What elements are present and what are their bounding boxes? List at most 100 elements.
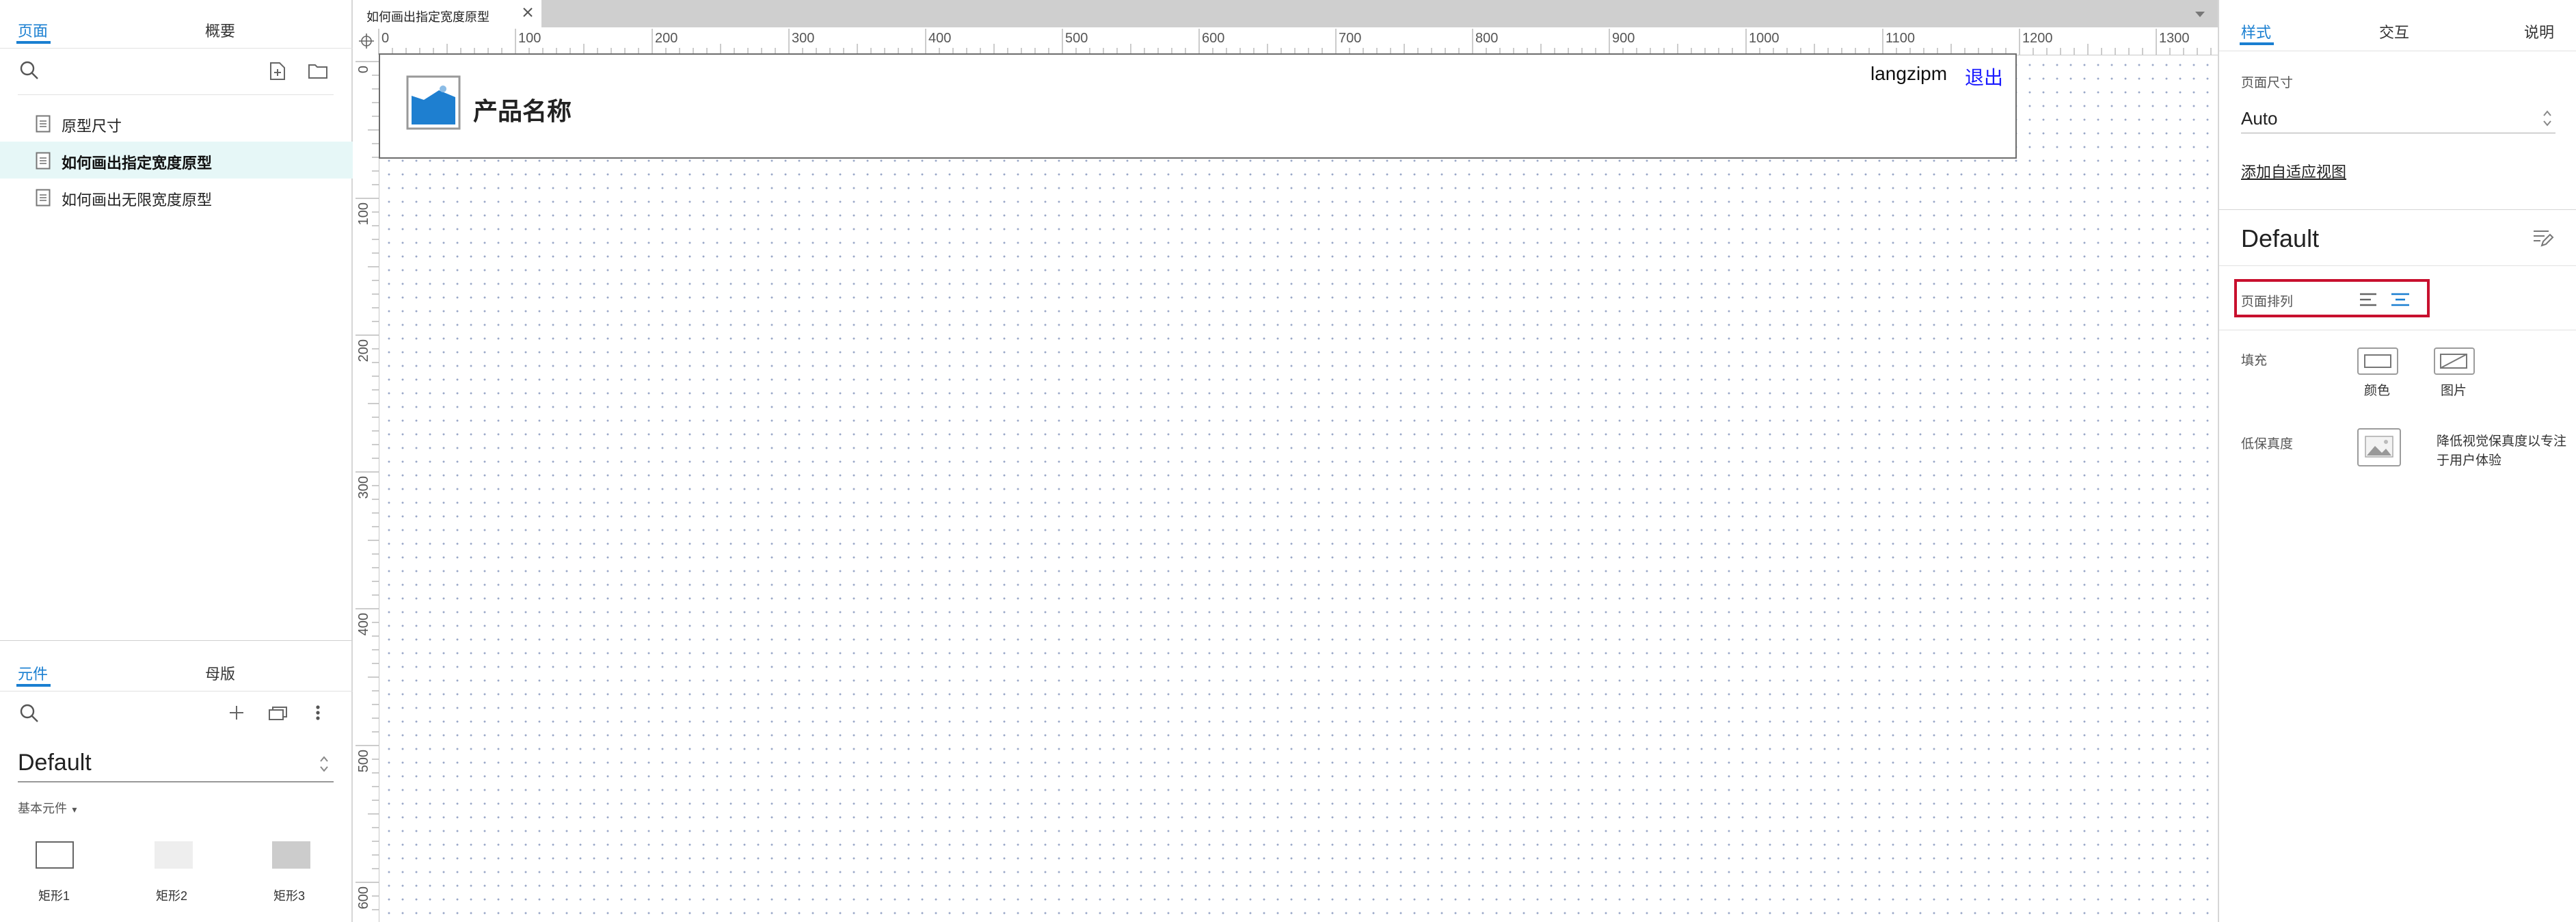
ruler-top-label: 500 — [1065, 31, 1088, 46]
widget-rect1[interactable] — [36, 841, 74, 869]
more-vertical-icon[interactable] — [314, 703, 321, 722]
canvas-area[interactable]: 如何画出指定宽度原型 0 100 200 300 400 500 600 700 800 900 1… — [354, 0, 2218, 922]
page-item-fixed-width[interactable]: 如何画出指定宽度原型 — [0, 142, 353, 179]
tab-masters[interactable]: 母版 — [205, 662, 235, 684]
tab-pages[interactable]: 页面 — [18, 19, 48, 41]
close-tab-icon[interactable] — [521, 5, 535, 19]
page-size-label: 页面尺寸 — [2241, 76, 2294, 90]
align-left-icon[interactable] — [2359, 291, 2379, 308]
left-panel: 页面 概要 原型尺寸 如何画出指定宽度原型 如何画出无限宽度原型 元件 母版 D… — [0, 0, 353, 922]
page-item-label: 原型尺寸 — [62, 118, 122, 135]
fill-image-button[interactable] — [2434, 347, 2475, 375]
divider — [2219, 265, 2576, 266]
ruler-top-label: 600 — [1202, 31, 1224, 46]
ruler-top-label: 300 — [792, 31, 814, 46]
widget-rect1-label: 矩形1 — [38, 889, 70, 903]
fill-image-label: 图片 — [2441, 384, 2467, 398]
widget-rect3[interactable] — [272, 841, 310, 869]
divider — [0, 691, 353, 692]
page-doc-icon — [36, 115, 51, 133]
logo-image-icon[interactable] — [406, 75, 461, 130]
low-fidelity-label: 低保真度 — [2241, 437, 2294, 451]
ruler-top-label: 1300 — [2159, 31, 2190, 46]
product-name[interactable]: 产品名称 — [473, 92, 572, 127]
ruler-left-label: 100 — [356, 202, 371, 225]
tab-interaction[interactable]: 交互 — [2379, 21, 2409, 42]
select-arrows-icon[interactable] — [2542, 108, 2553, 129]
canvas-grid[interactable] — [379, 55, 2218, 922]
ruler-top-label: 1200 — [2022, 31, 2053, 46]
page-item-prototype-size[interactable]: 原型尺寸 — [0, 105, 353, 142]
document-tab-title: 如何画出指定宽度原型 — [366, 10, 489, 24]
tab-outline[interactable]: 概要 — [205, 19, 235, 41]
tab-overflow-icon[interactable] — [2195, 11, 2205, 18]
select-arrows-icon[interactable] — [319, 754, 330, 774]
tab-widgets[interactable]: 元件 — [18, 662, 48, 684]
library-stack-icon[interactable] — [268, 704, 290, 721]
image-fill-icon — [2440, 354, 2467, 369]
divider — [2219, 209, 2576, 210]
image-placeholder-icon — [2365, 436, 2393, 458]
select-underline — [18, 781, 334, 782]
ruler-top-label: 100 — [518, 31, 541, 46]
ruler-left-label: 300 — [356, 476, 371, 499]
page-item-infinite-width[interactable]: 如何画出无限宽度原型 — [0, 179, 353, 215]
search-icon[interactable] — [19, 60, 40, 81]
ruler-left-label: 0 — [356, 66, 371, 73]
color-swatch-icon — [2364, 354, 2391, 368]
tab-style-underline — [2240, 42, 2274, 45]
ruler-top-label: 700 — [1339, 31, 1361, 46]
fill-label: 填充 — [2241, 354, 2268, 368]
ruler-left-label: 400 — [356, 613, 371, 635]
section-divider — [0, 640, 353, 641]
ruler-top-label: 1000 — [1749, 31, 1780, 46]
ruler-top-label: 1100 — [1886, 31, 1915, 46]
ruler-left-label: 600 — [356, 886, 371, 909]
ruler-top-label: 800 — [1475, 31, 1498, 46]
tab-widgets-underline — [16, 684, 51, 687]
page-item-label: 如何画出无限宽度原型 — [62, 192, 213, 209]
ruler-left: 0 100 200 300 400 500 600 — [354, 55, 379, 922]
category-label[interactable]: 基本元件 ▼ — [18, 799, 79, 817]
library-select[interactable]: Default — [18, 750, 92, 776]
widget-rect2-label: 矩形2 — [156, 889, 188, 903]
fill-color-button[interactable] — [2357, 347, 2398, 375]
low-fidelity-toggle[interactable] — [2357, 428, 2401, 466]
align-center-icon[interactable] — [2390, 291, 2411, 308]
username-label[interactable]: langzipm — [1870, 63, 1947, 85]
ruler-top-label: 0 — [381, 31, 389, 46]
add-library-icon[interactable] — [228, 704, 245, 721]
tab-notes[interactable]: 说明 — [2524, 21, 2554, 42]
page-size-select[interactable]: Auto — [2241, 108, 2278, 129]
canvas-header-panel[interactable]: 产品名称 langzipm 退出 — [379, 53, 2017, 159]
right-panel: 样式 交互 说明 页面尺寸 Auto 添加自适应视图 Default 页面排列 … — [2218, 0, 2576, 922]
fill-color-label: 颜色 — [2364, 384, 2391, 398]
widget-rect3-label: 矩形3 — [273, 889, 306, 903]
tab-style[interactable]: 样式 — [2241, 21, 2271, 42]
widget-search-icon[interactable] — [19, 703, 40, 724]
add-folder-icon[interactable] — [308, 63, 328, 79]
ruler-origin-icon[interactable] — [358, 33, 375, 49]
document-tab[interactable]: 如何画出指定宽度原型 — [354, 0, 541, 27]
divider — [0, 48, 353, 49]
logout-link[interactable]: 退出 — [1965, 63, 2003, 90]
page-doc-icon — [36, 189, 51, 207]
ruler-top-label: 900 — [1612, 31, 1635, 46]
manage-styles-icon[interactable] — [2532, 228, 2554, 248]
document-tab-bar: 如何画出指定宽度原型 — [354, 0, 2218, 27]
ruler-top: 0 100 200 300 400 500 600 700 800 900 1000 1100 1200… — [354, 27, 2218, 55]
low-fidelity-desc: 降低视觉保真度以专注 于用户体验 — [2437, 434, 2567, 468]
ruler-top-label: 200 — [655, 31, 677, 46]
page-align-label: 页面排列 — [2241, 295, 2294, 309]
widget-rect2[interactable] — [155, 841, 193, 869]
add-adaptive-view-link[interactable]: 添加自适应视图 — [2241, 160, 2346, 182]
ruler-top-label: 400 — [928, 31, 951, 46]
ruler-left-label: 500 — [356, 750, 371, 772]
page-item-label: 如何画出指定宽度原型 — [62, 155, 213, 172]
ruler-left-label: 200 — [356, 339, 371, 362]
tab-pages-underline — [16, 41, 51, 44]
divider — [18, 94, 334, 95]
page-doc-icon — [36, 152, 51, 170]
style-name[interactable]: Default — [2241, 224, 2319, 253]
add-page-icon[interactable] — [269, 62, 286, 81]
